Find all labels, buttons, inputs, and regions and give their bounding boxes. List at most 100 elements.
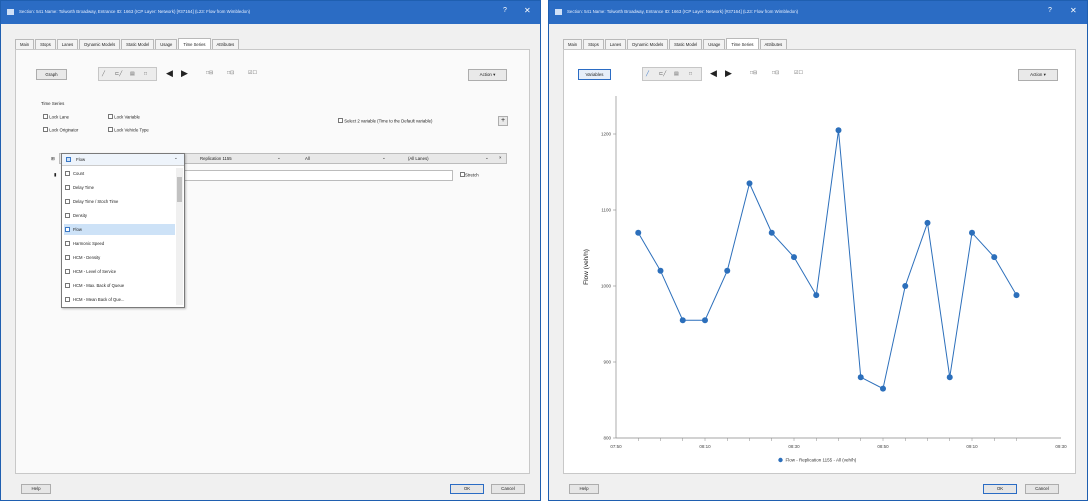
dropdown-item-harmonic-speed[interactable]: Harmonic Speed: [64, 238, 175, 249]
cancel-button[interactable]: Cancel: [491, 484, 525, 494]
graph-button[interactable]: Graph: [36, 69, 67, 80]
tab-stops[interactable]: Stops: [583, 39, 604, 49]
action-button[interactable]: Action ▾: [1018, 69, 1058, 81]
action-button[interactable]: Action ▾: [468, 69, 507, 81]
ok-button[interactable]: OK: [983, 484, 1017, 494]
export-icon[interactable]: □: [689, 71, 692, 77]
bar-chart-icon[interactable]: ⊏╱: [659, 71, 666, 77]
tab-attributes[interactable]: Attributes: [759, 39, 788, 49]
dropdown-item-hcm-los[interactable]: HCM - Level of Service: [64, 266, 175, 277]
tab-time-series[interactable]: Time Series: [726, 38, 759, 49]
flow-chart: 800 900 1000 1100 1200 07:50 08:10 08:30 08:50 09…: [583, 96, 1067, 463]
lock-variable-checkbox[interactable]: Lock Variable: [108, 114, 140, 120]
tab-main[interactable]: Main: [15, 39, 35, 49]
chevron-down-icon[interactable]: ⌄: [485, 155, 489, 161]
tab-main[interactable]: Main: [563, 39, 583, 49]
flow-data-point: [1013, 292, 1020, 299]
series-filter-field[interactable]: [182, 170, 453, 181]
zoom-fit-icon[interactable]: □⊟: [750, 70, 757, 76]
chevron-down-icon[interactable]: ⌄: [382, 155, 386, 161]
flow-data-point: [791, 254, 797, 261]
next-icon[interactable]: ▶: [725, 68, 732, 79]
next-icon[interactable]: ▶: [181, 68, 188, 79]
remove-row-icon[interactable]: ×: [499, 155, 502, 160]
chevron-down-icon[interactable]: ⌄: [277, 155, 281, 161]
dropdown-item-delay-time[interactable]: Delay Time: [64, 182, 175, 193]
legend-marker: [778, 457, 783, 463]
export-icon[interactable]: □: [144, 71, 147, 77]
flow-data-point: [679, 317, 686, 324]
lock-originator-checkbox[interactable]: Lock Originator: [43, 127, 78, 133]
chevron-down-icon: ⌄: [174, 155, 178, 160]
tab-static-model[interactable]: Static Model: [669, 39, 703, 49]
tab-dynamic-models[interactable]: Dynamic Models: [79, 39, 121, 49]
x-tick-label: 07:50: [610, 444, 622, 449]
originator-select-value[interactable]: Replication 1155: [200, 156, 232, 161]
previous-icon[interactable]: ◀: [166, 68, 173, 79]
flow-data-point: [991, 254, 998, 261]
flow-data-point: [746, 180, 753, 187]
table-icon[interactable]: ▤: [130, 71, 135, 77]
lane-select-value[interactable]: (All Lanes): [408, 156, 429, 161]
tab-usage[interactable]: Usage: [703, 39, 726, 49]
dropdown-scrollbar[interactable]: [176, 168, 183, 305]
dropdown-item-flow[interactable]: Flow: [64, 224, 175, 235]
previous-icon[interactable]: ◀: [710, 68, 717, 79]
tab-stops[interactable]: Stops: [35, 39, 56, 49]
legend-label: Flow - Replication 1155 - All (veh/h): [786, 458, 857, 463]
table-icon[interactable]: ▤: [674, 71, 679, 77]
close-icon[interactable]: ✕: [524, 6, 531, 15]
help-question-icon[interactable]: ?: [1048, 7, 1052, 14]
cancel-button[interactable]: Cancel: [1025, 484, 1059, 494]
select-variable-checkbox[interactable]: Select 2 variable (Time to the Default v…: [338, 118, 432, 124]
flow-data-point: [924, 219, 931, 226]
flow-data-point: [768, 229, 775, 236]
check-all-icon[interactable]: ☑☐: [248, 70, 257, 76]
left-tab-panel: Graph ╱ ⊏╱ ▤ □ ◀ ▶ □⊟ □⊡ ☑☐ Action ▾ Tim…: [15, 49, 530, 474]
dropdown-item-count[interactable]: Count: [64, 168, 175, 179]
zoom-area-icon[interactable]: □⊡: [772, 70, 779, 76]
vehicle-type-select-value[interactable]: All: [305, 156, 310, 161]
right-dialog: Section: 541 Name: Tolworth Broadway, En…: [548, 0, 1088, 501]
dropdown-item-delay-stoch-time[interactable]: Delay Time / Stoch Time: [64, 196, 175, 207]
tab-static-model[interactable]: Static Model: [121, 39, 155, 49]
tab-dynamic-models[interactable]: Dynamic Models: [627, 39, 669, 49]
left-tab-strip: Main Stops Lanes Dynamic Models Static M…: [15, 38, 240, 49]
tab-lanes[interactable]: Lanes: [56, 39, 79, 49]
flow-data-point: [857, 374, 864, 381]
dropdown-item-hcm-max-queue[interactable]: HCM - Max. Back of Queue: [64, 280, 175, 291]
chevron-down-icon: ▾: [493, 72, 496, 77]
add-series-button[interactable]: +: [498, 116, 508, 126]
help-button[interactable]: Help: [569, 484, 599, 494]
line-chart-icon[interactable]: ╱: [102, 71, 105, 77]
variable-dropdown-header[interactable]: Flow ⌄: [62, 154, 184, 166]
left-dialog: Section: 541 Name: Tolworth Broadway, En…: [0, 0, 541, 501]
bar-chart-icon[interactable]: ⊏╱: [115, 71, 122, 77]
row-expand-icon[interactable]: ⊞: [51, 156, 55, 162]
zoom-fit-icon[interactable]: □⊟: [206, 70, 213, 76]
scrollbar-thumb[interactable]: [177, 177, 182, 202]
help-button[interactable]: Help: [21, 484, 51, 494]
help-question-icon[interactable]: ?: [503, 7, 507, 14]
tab-usage[interactable]: Usage: [155, 39, 178, 49]
dropdown-item-hcm-mean-queue[interactable]: HCM - Mean Back of Que...: [64, 294, 175, 305]
dropdown-item-density[interactable]: Density: [64, 210, 175, 221]
tab-time-series[interactable]: Time Series: [178, 38, 211, 49]
x-tick-label: 08:10: [699, 444, 711, 449]
left-title-bar: Section: 541 Name: Tolworth Broadway, En…: [1, 1, 540, 24]
tab-attributes[interactable]: Attributes: [211, 39, 240, 49]
lock-lane-checkbox[interactable]: Lock Lane: [43, 114, 69, 120]
lock-vehicle-type-checkbox[interactable]: Lock Vehicle Type: [108, 127, 149, 133]
flow-data-point: [724, 267, 731, 274]
flow-data-point: [813, 292, 820, 299]
dropdown-item-hcm-density[interactable]: HCM - Density: [64, 252, 175, 263]
y-tick-label: 1200: [601, 132, 612, 137]
ok-button[interactable]: OK: [450, 484, 484, 494]
stretch-checkbox[interactable]: Stretch: [460, 172, 479, 178]
close-icon[interactable]: ✕: [1070, 6, 1077, 15]
variables-button[interactable]: Variables: [578, 69, 611, 80]
zoom-area-icon[interactable]: □⊡: [227, 70, 234, 76]
line-chart-icon[interactable]: ╱: [646, 71, 649, 77]
tab-lanes[interactable]: Lanes: [604, 39, 627, 49]
check-all-icon[interactable]: ☑☐: [794, 70, 803, 76]
